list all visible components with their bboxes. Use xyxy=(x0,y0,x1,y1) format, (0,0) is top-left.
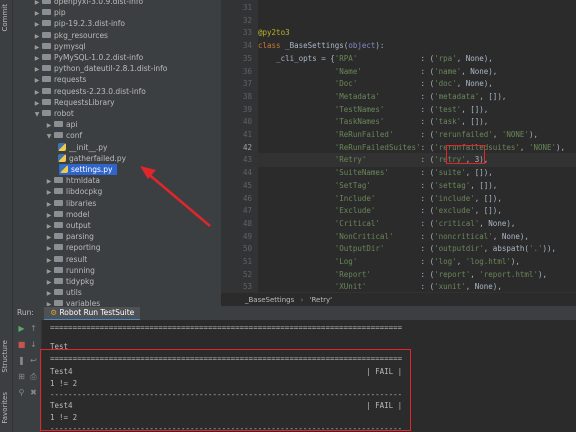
annotation-arrow xyxy=(140,166,211,227)
